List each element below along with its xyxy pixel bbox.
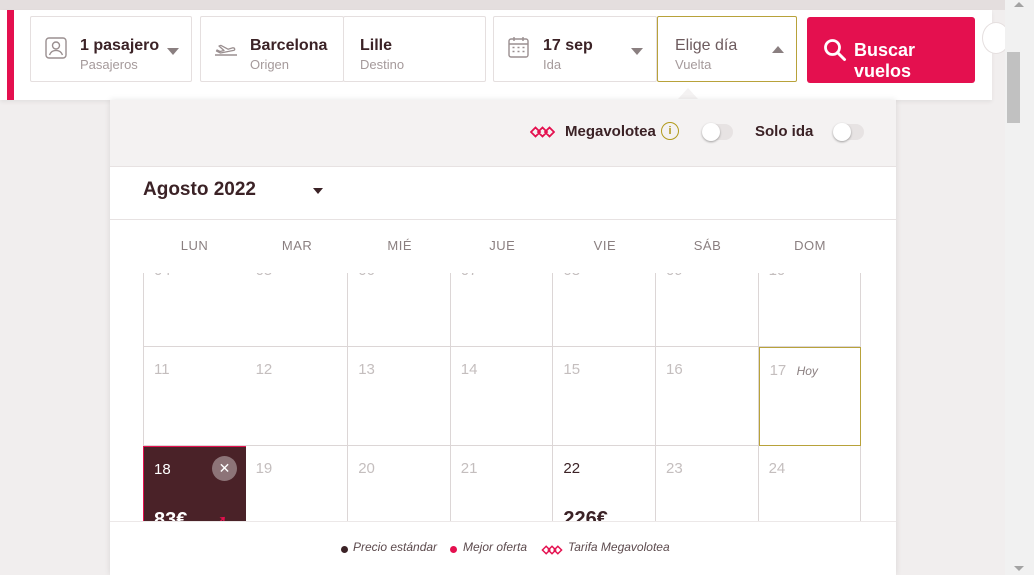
megavolotea-logo-icon [541,542,563,560]
scroll-up-arrow-icon[interactable] [1014,2,1024,7]
calendar-day[interactable]: 15 [553,347,656,446]
standard-price-dot [341,546,348,553]
day-number: 06 [358,273,375,279]
calendar-day[interactable]: 14 [450,347,554,446]
search-button-label: Buscar vuelos [854,40,916,81]
origin-field[interactable]: Barcelona Origen [200,16,344,82]
weekday-label: DOM [794,238,827,253]
calendar-day[interactable]: 08 [553,273,656,347]
day-number: 23 [666,460,683,477]
day-number: 11 [154,361,170,378]
destination-label: Destino [360,57,405,72]
chevron-down-icon [313,188,323,194]
best-offer-dot [450,546,457,553]
passengers-value: 1 pasajero [80,37,160,54]
calendar-day[interactable]: 09 [656,273,759,347]
day-number: 20 [358,460,375,477]
megavolotea-toggle[interactable] [702,123,733,141]
day-number: 09 [666,273,683,279]
day-number: 05 [256,273,273,279]
top-strip [0,0,1005,10]
day-number: 16 [666,361,683,378]
scroll-down-arrow-icon[interactable] [1014,566,1024,571]
toggle-knob [833,123,851,141]
calendar-day[interactable]: 16 [656,347,759,446]
legend-standard: Precio estándar [353,540,438,554]
legend-mega: Tarifa Megavolotea [568,540,670,554]
origin-label: Origen [250,57,290,72]
calendar-icon [508,36,529,63]
day-number: 18 [154,461,171,478]
calendar-day[interactable]: 12 [245,347,349,446]
price-legend: Precio estándar Mejor oferta Tarifa Mega… [110,521,896,575]
day-number: 10 [769,273,786,279]
day-number: 17 [769,362,787,379]
calendar-day[interactable]: 17 Hoy [758,347,861,446]
departure-label: Ida [543,57,562,72]
calendar-dropdown: Megavolotea i Solo ida Agosto 2022 LUN MA… [110,100,896,575]
search-flights-button[interactable]: Buscar vuelos [807,17,975,83]
search-icon [824,39,846,61]
departure-value: 17 sep [543,37,593,54]
calendar-day[interactable]: 11 [143,347,247,446]
one-way-label: Solo ida [755,123,814,140]
day-number: 21 [460,460,478,477]
day-number: 14 [460,361,478,378]
weekday-label: JUE [489,238,516,253]
calendar-day[interactable]: 07 [450,273,554,347]
month-selector[interactable]: Agosto 2022 [110,167,896,220]
chevron-up-icon [772,46,784,53]
info-icon[interactable]: i [661,122,679,140]
calendar-day[interactable]: 13 [348,347,451,446]
weekday-label: MAR [281,238,313,253]
chevron-down-icon [167,48,179,55]
day-number: 24 [768,460,786,477]
return-date-field[interactable]: Elige día Vuelta [657,16,797,82]
day-number: 13 [358,361,375,378]
return-value: Elige día [675,37,738,54]
megavolotea-logo-icon [529,125,556,143]
destination-field[interactable]: Lille Destino [343,16,486,82]
weekday-label: LUN [180,238,209,253]
chevron-down-icon [631,48,643,55]
toggle-knob [702,123,720,141]
calendar-options-bar: Megavolotea i Solo ida [110,100,896,167]
passengers-selector[interactable]: 1 pasajero Pasajeros [30,16,192,82]
megavolotea-label: Megavolotea [565,123,656,140]
day-number: 04 [154,273,171,279]
weekday-label: VIE [593,238,617,253]
flight-search-bar: 1 pasajero Pasajeros Barcelona Origen Li… [0,10,992,100]
accent-bar [7,10,14,100]
legend-best: Mejor oferta [463,540,528,554]
day-number: 07 [461,273,478,279]
day-number: 12 [255,361,273,378]
weekday-label: SÁB [693,238,722,253]
calendar-day[interactable]: 05 [245,273,349,347]
page-scrollbar[interactable] [1005,0,1034,575]
passengers-label: Pasajeros [80,57,138,72]
calendar-day[interactable]: 04 [143,273,247,347]
day-number: 22 [563,460,581,477]
calendar-day[interactable]: 10 [758,273,861,347]
one-way-toggle[interactable] [833,123,864,141]
month-label: Agosto 2022 [143,179,256,200]
departure-date-field[interactable]: 17 sep Ida [493,16,657,82]
weekday-label: MIÉ [387,238,412,253]
scroll-thumb[interactable] [1007,52,1020,123]
plane-takeoff-icon [214,41,238,62]
today-tag: Hoy [796,364,818,378]
day-number: 19 [255,460,273,477]
calendar-day[interactable]: 06 [348,273,451,347]
destination-value: Lille [360,37,393,54]
return-label: Vuelta [675,57,712,72]
close-icon[interactable]: ✕ [212,456,237,481]
user-icon [45,37,67,64]
origin-value: Barcelona [250,37,328,54]
day-number: 15 [563,361,581,378]
day-number: 08 [563,273,580,279]
dropdown-pointer [678,88,698,99]
